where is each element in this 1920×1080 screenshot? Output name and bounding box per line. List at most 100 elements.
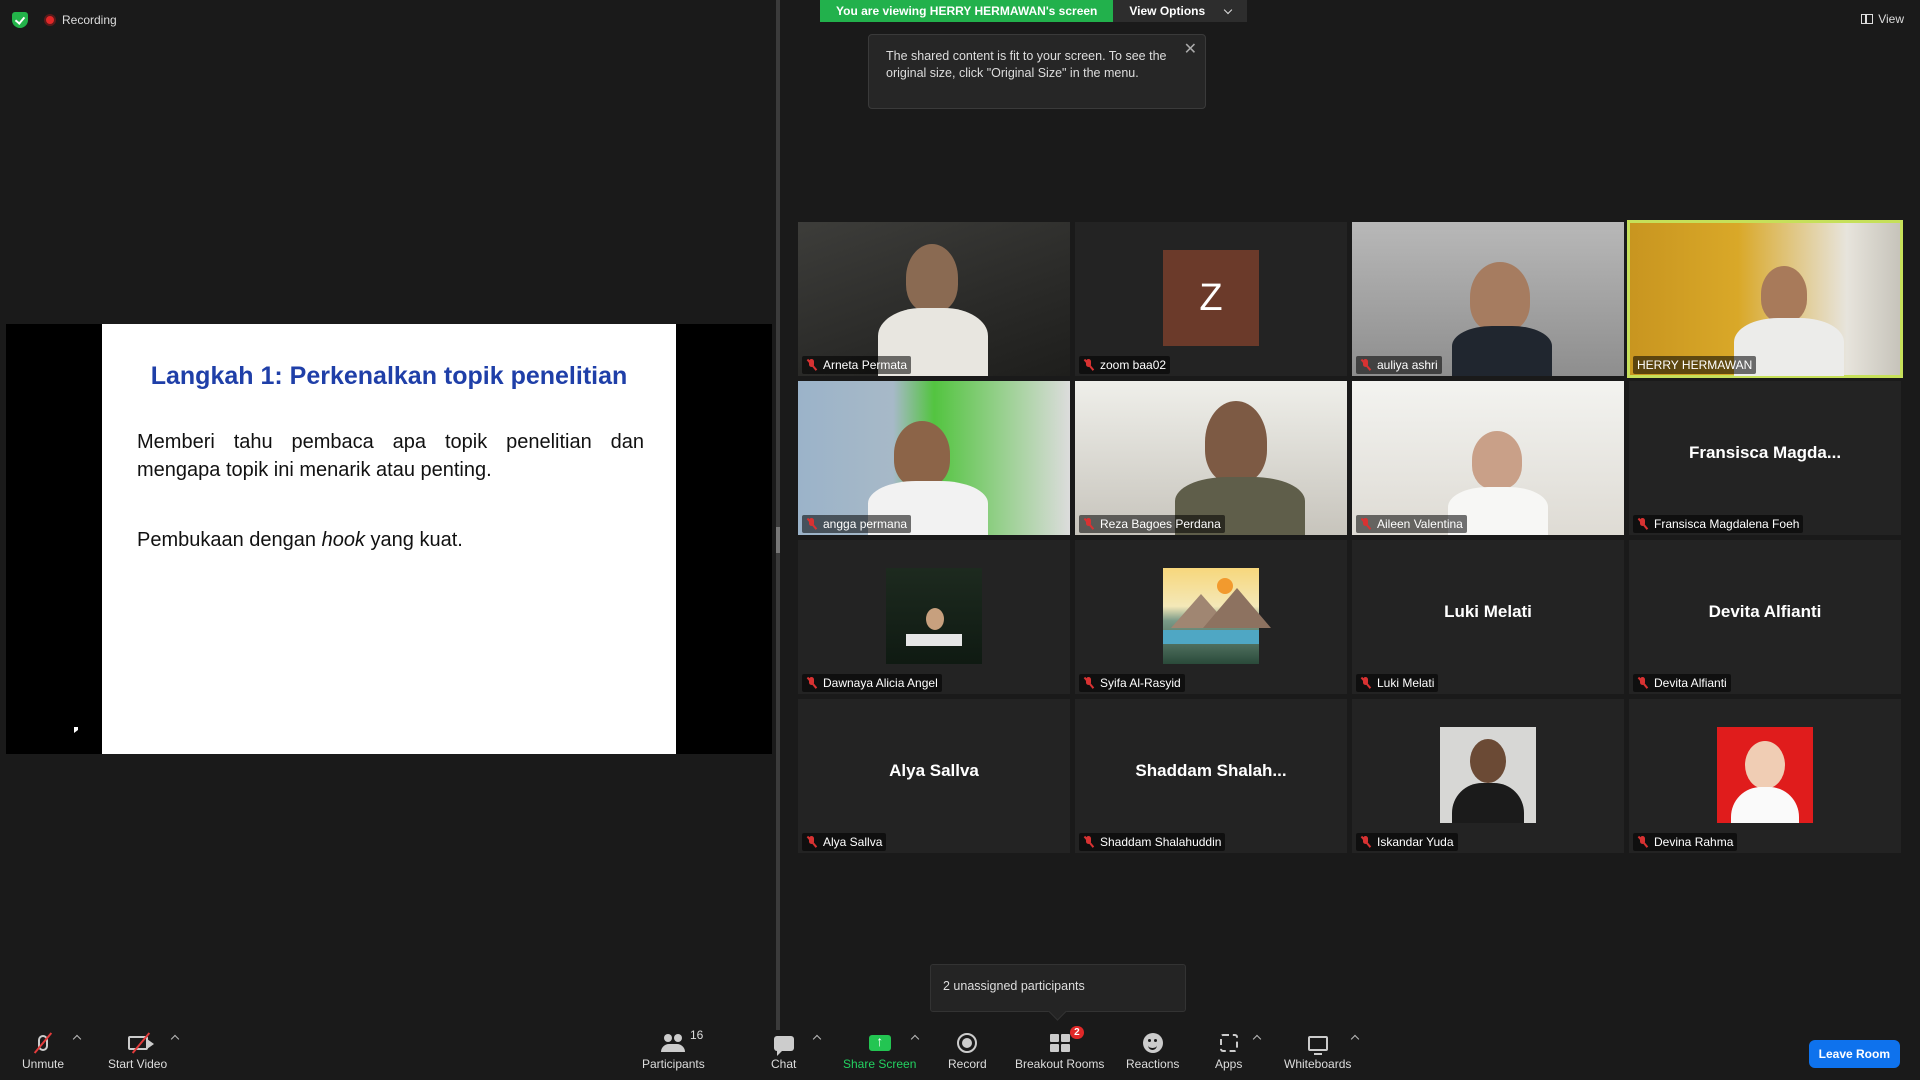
recording-label: Recording [62, 13, 117, 27]
presentation-slide: Langkah 1: Perkenalkan topik penelitian … [102, 324, 676, 754]
video-options-chevron-icon[interactable] [170, 1034, 180, 1044]
apps-button[interactable]: Apps [1215, 1030, 1242, 1071]
muted-mic-icon [1637, 677, 1649, 689]
participant-display-name: Fransisca Magda... [1688, 443, 1842, 462]
video-tile[interactable]: Fransisca Magda... Fransisca Magdalena F… [1629, 381, 1901, 535]
view-options-label: View Options [1129, 4, 1206, 18]
participant-video-feed [894, 421, 950, 487]
avatar-mountain [1203, 588, 1271, 628]
participant-display-name: Alya Sallva [889, 761, 979, 780]
participants-label: Participants [642, 1057, 705, 1071]
video-tile[interactable]: Reza Bagoes Perdana [1075, 381, 1347, 535]
muted-mic-icon [1360, 677, 1372, 689]
breakout-rooms-icon: 2 [1049, 1026, 1084, 1056]
view-button[interactable]: View [1861, 12, 1904, 26]
participant-name-label: angga permana [802, 515, 912, 533]
avatar [1717, 727, 1813, 823]
unmute-label: Unmute [22, 1057, 65, 1071]
avatar [1440, 727, 1536, 823]
avatar-photo [906, 634, 962, 646]
video-tile[interactable]: Arneta Permata [798, 222, 1070, 376]
video-tile[interactable]: Syifa Al-Rasyid [1075, 540, 1347, 694]
muted-mic-icon [1083, 836, 1095, 848]
participant-display-name: Devita Alfianti [1708, 602, 1822, 621]
muted-mic-icon [1083, 677, 1095, 689]
participants-count: 16 [689, 1028, 704, 1042]
unassigned-participants-popup[interactable]: 2 unassigned participants [930, 964, 1186, 1012]
participants-button[interactable]: 16 Participants [642, 1028, 705, 1071]
video-tile[interactable]: Luki Melati Luki Melati [1352, 540, 1624, 694]
divider-drag-handle[interactable] [776, 527, 780, 553]
fit-screen-tooltip: The shared content is fit to your screen… [868, 34, 1206, 109]
video-tile[interactable]: Shaddam Shalah... Shaddam Shalahuddin [1075, 699, 1347, 853]
whiteboards-label: Whiteboards [1284, 1057, 1352, 1071]
video-tile[interactable]: Dawnaya Alicia Angel [798, 540, 1070, 694]
view-options-button[interactable]: View Options [1113, 0, 1248, 22]
reactions-button[interactable]: Reactions [1126, 1030, 1179, 1071]
reactions-icon [1142, 1030, 1163, 1056]
share-screen-icon [868, 1030, 891, 1056]
muted-mic-icon [1083, 359, 1095, 371]
share-screen-label: Share Screen [843, 1057, 917, 1071]
whiteboards-button[interactable]: Whiteboards [1284, 1030, 1351, 1071]
video-tile[interactable]: angga permana [798, 381, 1070, 535]
mic-off-icon [33, 1030, 53, 1056]
video-tile[interactable]: Aileen Valentina [1352, 381, 1624, 535]
split-divider[interactable] [776, 0, 780, 1030]
reactions-label: Reactions [1126, 1057, 1180, 1071]
slide-paragraph-1: Memberi tahu pembaca apa topik penelitia… [137, 431, 644, 481]
whiteboard-options-chevron-icon[interactable] [1350, 1034, 1360, 1044]
breakout-rooms-button[interactable]: 2 Breakout Rooms [1015, 1026, 1104, 1071]
chat-label: Chat [771, 1057, 797, 1071]
participants-icon: 16 [661, 1028, 703, 1056]
participant-display-name: Luki Melati [1444, 602, 1532, 621]
chat-options-chevron-icon[interactable] [812, 1034, 822, 1044]
avatar-photo [926, 608, 944, 630]
close-icon[interactable]: ✕ [1184, 41, 1197, 58]
start-video-button[interactable]: Start Video [108, 1030, 167, 1071]
avatar: Z [1163, 250, 1259, 346]
participant-name-label: Aileen Valentina [1356, 515, 1467, 533]
audio-options-chevron-icon[interactable] [72, 1034, 82, 1044]
muted-mic-icon [806, 518, 818, 530]
muted-mic-icon [1083, 518, 1095, 530]
leave-room-button[interactable]: Leave Room [1808, 1040, 1900, 1068]
video-tile[interactable]: auliya ashri [1352, 222, 1624, 376]
video-tile[interactable]: Devina Rahma [1629, 699, 1901, 853]
apps-icon [1219, 1030, 1238, 1056]
recording-indicator[interactable]: Recording [44, 13, 117, 27]
participant-name-label: Devina Rahma [1633, 833, 1738, 851]
share-screen-button[interactable]: Share Screen [843, 1030, 916, 1071]
participant-name-label: HERRY HERMAWAN [1633, 356, 1757, 374]
participant-name-label: Dawnaya Alicia Angel [802, 674, 942, 692]
video-tile[interactable]: Iskandar Yuda [1352, 699, 1624, 853]
participant-video-body [1452, 326, 1552, 376]
apps-label: Apps [1215, 1057, 1243, 1071]
video-tile-active-speaker[interactable]: HERRY HERMAWAN [1627, 220, 1903, 378]
unmute-button[interactable]: Unmute [22, 1030, 64, 1071]
recording-dot-icon [44, 14, 56, 26]
video-gallery: Arneta Permata Z zoom baa02 auliya ashri… [798, 220, 1909, 858]
participant-name-label: Alya Sallva [802, 833, 887, 851]
participant-name-label: Reza Bagoes Perdana [1079, 515, 1225, 533]
participant-name-label: zoom baa02 [1079, 356, 1171, 374]
apps-options-chevron-icon[interactable] [1252, 1034, 1262, 1044]
video-tile[interactable]: Alya Sallva Alya Sallva [798, 699, 1070, 853]
chevron-down-icon [1223, 5, 1233, 14]
video-tile[interactable]: Z zoom baa02 [1075, 222, 1347, 376]
view-layout-icon [1861, 14, 1874, 24]
record-label: Record [948, 1057, 987, 1071]
participant-name-label: Iskandar Yuda [1356, 833, 1458, 851]
breakout-badge: 2 [1070, 1026, 1084, 1039]
participant-video-feed [1472, 431, 1522, 489]
participant-name-label: Luki Melati [1356, 674, 1439, 692]
muted-mic-icon [806, 677, 818, 689]
security-shield-icon[interactable] [12, 12, 28, 28]
participant-video-feed [1205, 401, 1267, 483]
video-tile[interactable]: Devita Alfianti Devita Alfianti [1629, 540, 1901, 694]
slide-title: Langkah 1: Perkenalkan topik penelitian [150, 362, 628, 390]
record-button[interactable]: Record [948, 1030, 987, 1071]
avatar-photo [1452, 783, 1524, 823]
chat-button[interactable]: Chat [771, 1030, 796, 1071]
muted-mic-icon [806, 836, 818, 848]
